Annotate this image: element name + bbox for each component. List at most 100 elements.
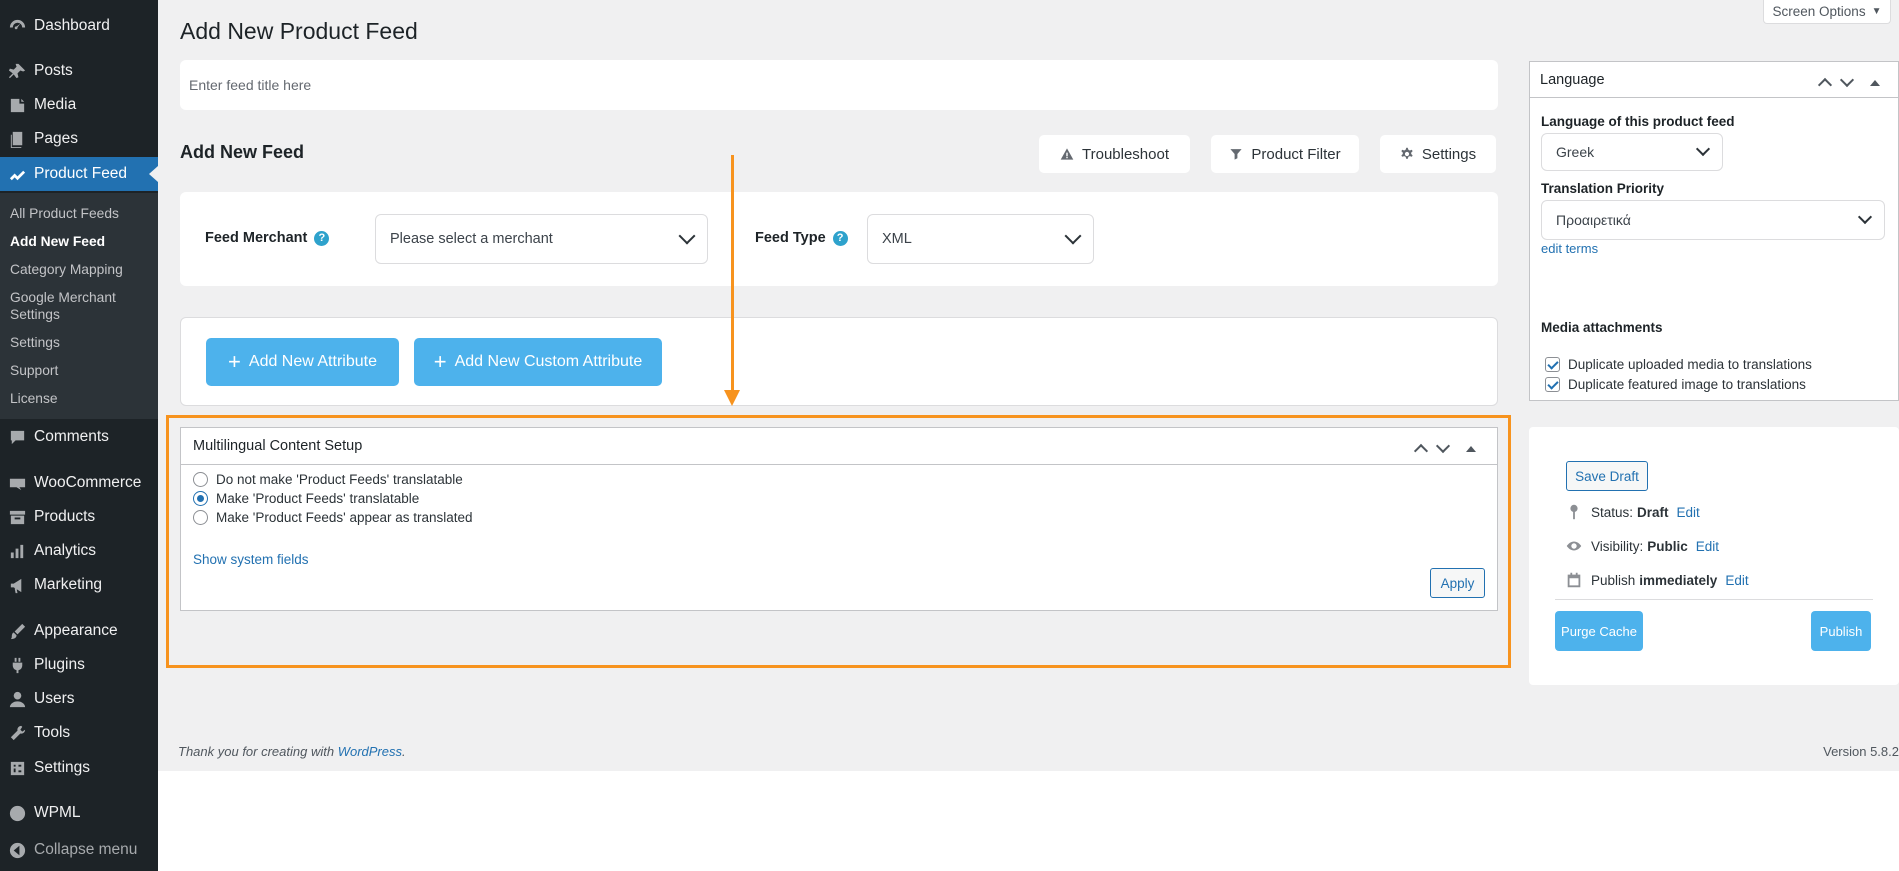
menu-label: Comments <box>34 428 109 445</box>
edit-publish-time-link[interactable]: Edit <box>1725 573 1748 588</box>
duplicate-featured-option[interactable]: Duplicate featured image to translations <box>1545 377 1806 392</box>
edit-visibility-link[interactable]: Edit <box>1696 539 1719 554</box>
menu-posts[interactable]: Posts <box>0 54 158 88</box>
submenu-add-new-feed[interactable]: Add New Feed <box>10 233 105 250</box>
menu-plugins[interactable]: Plugins <box>0 648 158 682</box>
visibility-label: Visibility: <box>1591 538 1644 554</box>
add-attribute-button[interactable]: + Add New Attribute <box>206 338 399 386</box>
menu-comments[interactable]: Comments <box>0 420 158 454</box>
submenu-support[interactable]: Support <box>10 362 58 379</box>
chevron-down-icon <box>1695 141 1711 157</box>
feed-merchant-text: Feed Merchant <box>205 230 308 246</box>
chevron-down-icon <box>678 227 696 245</box>
language-title: Language <box>1540 71 1605 88</box>
chevron-down-icon[interactable] <box>1839 72 1855 88</box>
submenu-google-merchant[interactable]: Google Merchant Settings <box>10 289 116 323</box>
collapse-icon <box>0 841 34 860</box>
submenu-license[interactable]: License <box>10 390 58 407</box>
checkbox[interactable] <box>1545 377 1560 392</box>
section-heading: Add New Feed <box>180 142 305 162</box>
priority-label: Translation Priority <box>1541 181 1665 196</box>
menu-pages[interactable]: Pages <box>0 122 158 156</box>
save-draft-button[interactable]: Save Draft <box>1566 461 1648 491</box>
sliders-icon <box>0 759 34 778</box>
duplicate-media-option[interactable]: Duplicate uploaded media to translations <box>1545 357 1812 372</box>
menu-users[interactable]: Users <box>0 682 158 716</box>
troubleshoot-label: Troubleshoot <box>1082 145 1169 163</box>
visibility-row: Visibility: Public Edit <box>1565 537 1719 555</box>
settings-button[interactable]: Settings <box>1380 135 1496 173</box>
help-icon[interactable]: ? <box>832 230 848 246</box>
menu-appearance[interactable]: Appearance <box>0 614 158 648</box>
menu-tools[interactable]: Tools <box>0 716 158 750</box>
submenu-all-feeds[interactable]: All Product Feeds <box>10 205 119 222</box>
screen-options-button[interactable]: Screen Options ▼ <box>1763 0 1891 24</box>
edit-terms-link[interactable]: edit terms <box>1541 241 1598 256</box>
feed-title-input[interactable]: Enter feed title here <box>180 60 1498 110</box>
language-select[interactable]: Greek <box>1541 133 1723 171</box>
screen-options-label: Screen Options <box>1772 4 1866 19</box>
gear-icon <box>1401 147 1413 159</box>
submenu-settings[interactable]: Settings <box>10 334 60 351</box>
page-title: Add New Product Feed <box>180 18 418 44</box>
menu-label: Products <box>34 508 96 525</box>
woo-icon <box>0 474 34 493</box>
feed-type-text: Feed Type <box>755 230 826 246</box>
menu-woocommerce[interactable]: WooCommerce <box>0 466 158 500</box>
collapse-menu[interactable]: Collapse menu <box>0 833 158 867</box>
pin-icon <box>0 62 34 81</box>
help-icon[interactable]: ? <box>314 230 330 246</box>
footer-thanks-text: Thank you for creating with <box>178 744 335 759</box>
product-filter-button[interactable]: Product Filter <box>1211 135 1359 173</box>
status-label: Status: <box>1591 504 1634 520</box>
box-controls <box>1817 72 1880 93</box>
pages-icon <box>0 130 34 149</box>
menu-product-feed[interactable]: Product Feed <box>0 157 158 191</box>
visibility-value: Public <box>1647 538 1688 554</box>
merchant-select[interactable]: Please select a merchant <box>375 214 708 264</box>
footer-thanks: Thank you for creating with WordPress. <box>178 744 406 759</box>
publish-time-value: immediately <box>1639 572 1718 588</box>
troubleshoot-button[interactable]: Troubleshoot <box>1039 135 1190 173</box>
add-custom-attribute-button[interactable]: + Add New Custom Attribute <box>414 338 662 386</box>
menu-label: Dashboard <box>34 17 110 34</box>
toggle-panel-icon[interactable] <box>1870 79 1880 86</box>
chevron-down-icon <box>1064 227 1082 245</box>
checkbox[interactable] <box>1545 357 1560 372</box>
chevron-up-icon[interactable] <box>1817 77 1833 93</box>
eye-icon <box>1566 541 1582 551</box>
filter-icon <box>1230 149 1242 160</box>
menu-marketing[interactable]: Marketing <box>0 568 158 602</box>
submenu-google-merchant-line2: Settings <box>10 307 60 322</box>
add-attribute-label: Add New Attribute <box>248 353 377 370</box>
menu-products[interactable]: Products <box>0 500 158 534</box>
product-filter-label: Product Filter <box>1251 145 1341 163</box>
menu-label: Tools <box>34 724 71 741</box>
publish-time-label: Publish <box>1591 572 1636 588</box>
menu-wpml[interactable]: WPML <box>0 796 158 830</box>
brush-icon <box>0 622 34 641</box>
publish-button[interactable]: Publish <box>1811 611 1871 651</box>
edit-status-link[interactable]: Edit <box>1677 505 1700 520</box>
menu-analytics[interactable]: Analytics <box>0 534 158 568</box>
menu-media[interactable]: Media <box>0 88 158 122</box>
feed-type-select[interactable]: XML <box>867 214 1094 264</box>
wordpress-link[interactable]: WordPress <box>338 744 402 759</box>
submenu-google-merchant-line1: Google Merchant <box>10 290 116 305</box>
footer-background <box>158 771 1899 871</box>
priority-select[interactable]: Προαιρετικά <box>1541 200 1885 240</box>
annotation-highlight-box <box>166 415 1511 668</box>
checkbox-label: Duplicate uploaded media to translations <box>1568 357 1812 372</box>
collapse-label: Collapse menu <box>34 841 138 858</box>
status-row: Status: Draft Edit <box>1565 503 1700 521</box>
menu-settings[interactable]: Settings <box>0 751 158 785</box>
bar-chart-icon <box>0 542 34 561</box>
checkbox-label: Duplicate featured image to translations <box>1568 377 1806 392</box>
merchant-select-value: Please select a merchant <box>390 231 553 247</box>
menu-dashboard[interactable]: Dashboard <box>0 9 158 43</box>
purge-cache-button[interactable]: Purge Cache <box>1555 611 1643 651</box>
megaphone-icon <box>0 576 34 595</box>
submenu-category-mapping[interactable]: Category Mapping <box>10 261 123 278</box>
menu-label: Posts <box>34 62 73 79</box>
media-attachments-label: Media attachments <box>1541 320 1663 335</box>
